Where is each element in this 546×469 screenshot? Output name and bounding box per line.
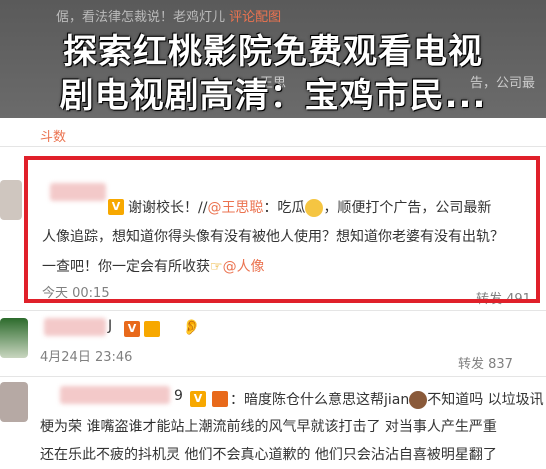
- emoji-icon: [409, 391, 428, 409]
- comment-time: 4月24日 23:46: [40, 350, 133, 365]
- username-blurred[interactable]: [60, 386, 170, 404]
- username-suffix: 9: [174, 388, 183, 404]
- avatar[interactable]: [0, 382, 28, 422]
- comment-divider: [0, 310, 546, 311]
- headline-line-2: 剧电视剧高清：宝鸡市民...: [59, 76, 487, 116]
- comment-text: 不知道吗 以垃圾讯: [427, 392, 544, 408]
- badge-icon: [212, 388, 228, 407]
- section-label[interactable]: 斗数: [40, 126, 66, 145]
- comment-divider: [0, 376, 546, 377]
- background-comment-line: 倨，看法律怎裁说！老鸡灯儿 评论配图: [56, 6, 281, 25]
- vip-badge-icon: V: [190, 388, 206, 407]
- comment-text: ：暗度陈仓什么意思这帮jian: [230, 392, 410, 408]
- highlight-box: [24, 156, 540, 303]
- avatar[interactable]: [0, 318, 28, 358]
- background-comment-text: 倨，看法律怎裁说！老鸡灯儿: [56, 10, 226, 25]
- background-comment-link[interactable]: 评论配图: [229, 10, 281, 25]
- headline-overlay: 倨，看法律怎裁说！老鸡灯儿 评论配图 王思 告，公司最 探索红桃影院免费观看电视…: [0, 0, 546, 118]
- comment-line-3: 还在乐此不疲的抖机灵 他们不会真心道歉的 他们只会沾沾自喜被明星翻了: [40, 447, 497, 463]
- vip-badge-icon: V: [124, 318, 140, 337]
- section-divider: [0, 146, 546, 147]
- headline-line-1: 探索红桃影院免费观看电视: [63, 32, 483, 72]
- username-suffix: J: [108, 318, 113, 334]
- username-blurred[interactable]: [44, 318, 106, 336]
- badge-icon: [144, 318, 160, 337]
- ear-icon: 👂: [182, 318, 201, 336]
- avatar[interactable]: [0, 180, 22, 220]
- repost-count[interactable]: 转发 837: [458, 353, 513, 372]
- comment-line-2: 梗为荣 谁嘴盗谁才能站上潮流前线的风气早就该打击了 对当事人产生严重: [40, 419, 497, 435]
- comment-line-1: ：暗度陈仓什么意思这帮jian 不知道吗 以垃圾讯: [230, 389, 546, 409]
